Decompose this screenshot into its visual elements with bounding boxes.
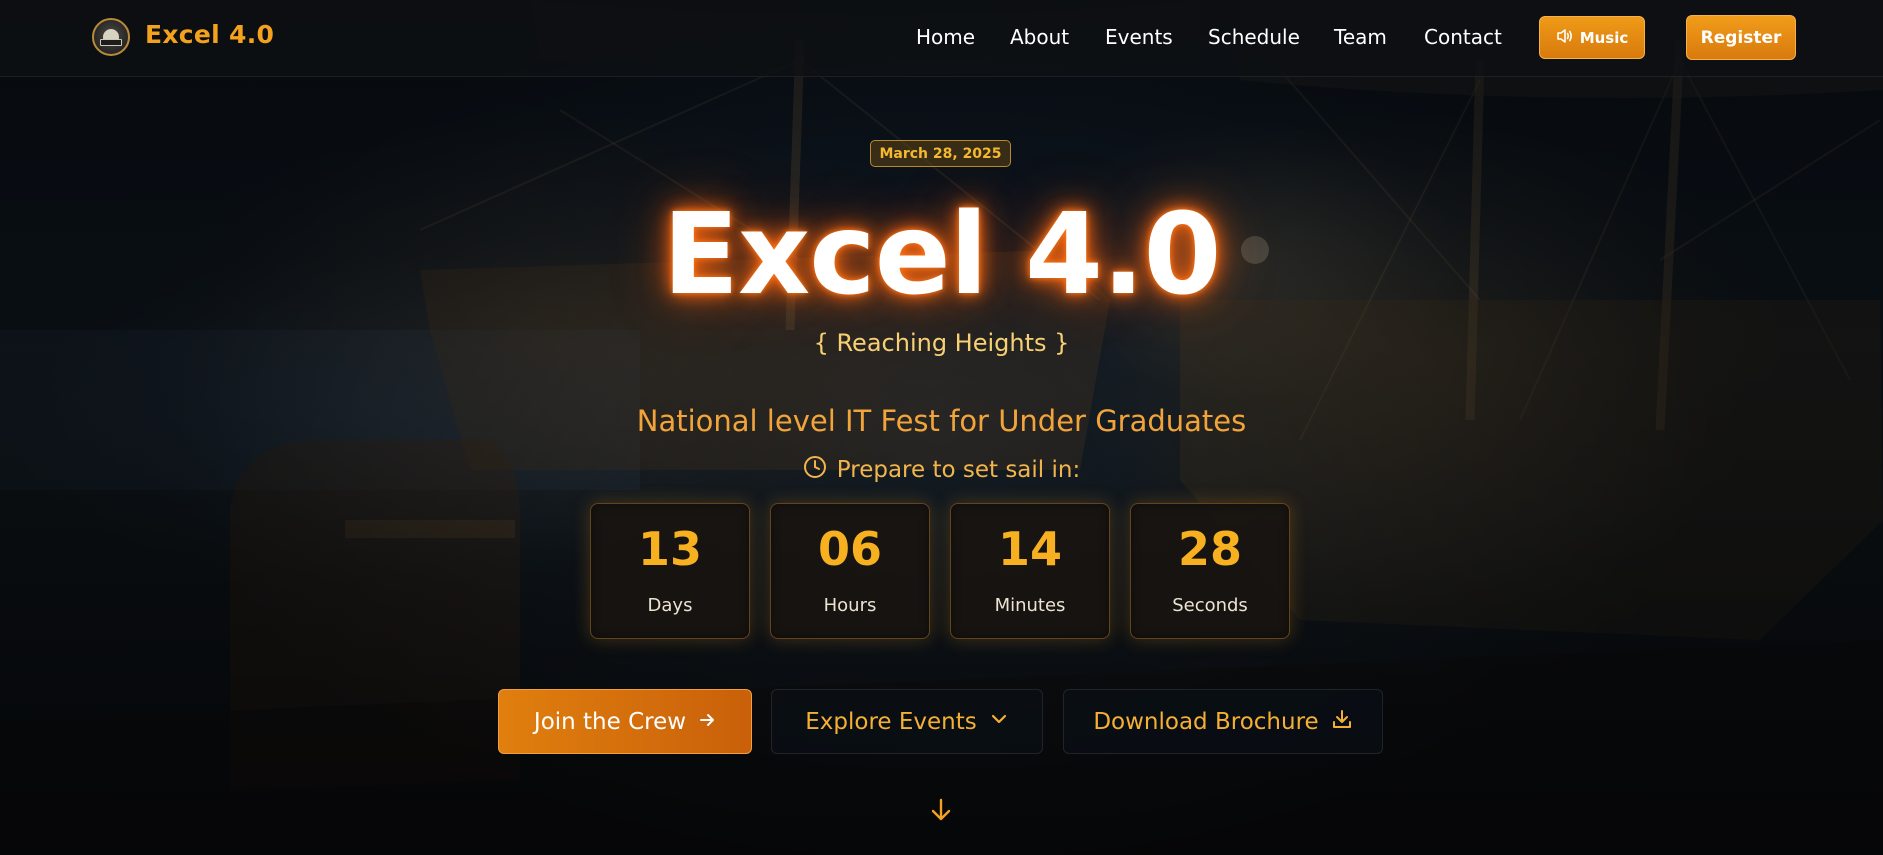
download-brochure-label: Download Brochure xyxy=(1093,708,1319,735)
arrow-down-icon[interactable] xyxy=(928,797,954,823)
nav-item-team[interactable]: Team xyxy=(1334,25,1387,49)
nav-item-events[interactable]: Events xyxy=(1105,25,1173,49)
music-toggle-button[interactable]: Music xyxy=(1539,16,1645,59)
speaker-icon xyxy=(1556,28,1574,48)
download-icon xyxy=(1331,708,1353,736)
countdown-minutes-label: Minutes xyxy=(994,595,1066,616)
music-label: Music xyxy=(1579,28,1629,47)
hero-tagline: { Reaching Heights } xyxy=(813,329,1070,357)
countdown-hours-label: Hours xyxy=(823,595,877,616)
register-button[interactable]: Register xyxy=(1686,15,1796,60)
countdown-days: 13 Days xyxy=(590,503,750,639)
top-navbar: Excel 4.0 Home About Events Schedule Tea… xyxy=(0,0,1883,77)
nav-item-about[interactable]: About xyxy=(1010,25,1069,49)
countdown-minutes: 14 Minutes xyxy=(950,503,1110,639)
countdown-seconds-value: 28 xyxy=(1177,522,1242,576)
logo-banner xyxy=(100,39,122,46)
event-date-badge: March 28, 2025 xyxy=(870,140,1011,167)
join-crew-button[interactable]: Join the Crew xyxy=(498,689,752,754)
countdown-days-value: 13 xyxy=(637,522,702,576)
countdown-hours-value: 06 xyxy=(817,522,882,576)
countdown-hours: 06 Hours xyxy=(770,503,930,639)
countdown-minutes-value: 14 xyxy=(997,522,1062,576)
nav-item-contact[interactable]: Contact xyxy=(1424,25,1502,49)
hero-title: Excel 4.0 xyxy=(662,190,1222,320)
explore-events-label: Explore Events xyxy=(805,708,977,735)
arrow-right-icon xyxy=(698,709,716,735)
join-crew-label: Join the Crew xyxy=(533,708,687,735)
hero-subtitle: National level IT Fest for Under Graduat… xyxy=(636,404,1247,438)
nav-item-home[interactable]: Home xyxy=(916,25,975,49)
countdown-seconds-label: Seconds xyxy=(1172,595,1248,616)
brand-logo[interactable] xyxy=(92,18,130,56)
clock-icon xyxy=(803,455,827,485)
countdown-seconds: 28 Seconds xyxy=(1130,503,1290,639)
chevron-down-icon xyxy=(989,709,1009,735)
brand-name[interactable]: Excel 4.0 xyxy=(145,20,274,49)
download-brochure-button[interactable]: Download Brochure xyxy=(1063,689,1383,754)
countdown-days-label: Days xyxy=(647,595,693,616)
nav-item-schedule[interactable]: Schedule xyxy=(1208,25,1300,49)
countdown-prompt-text: Prepare to set sail in: xyxy=(836,457,1081,483)
countdown-prompt: Prepare to set sail in: xyxy=(0,455,1883,485)
explore-events-button[interactable]: Explore Events xyxy=(771,689,1043,754)
